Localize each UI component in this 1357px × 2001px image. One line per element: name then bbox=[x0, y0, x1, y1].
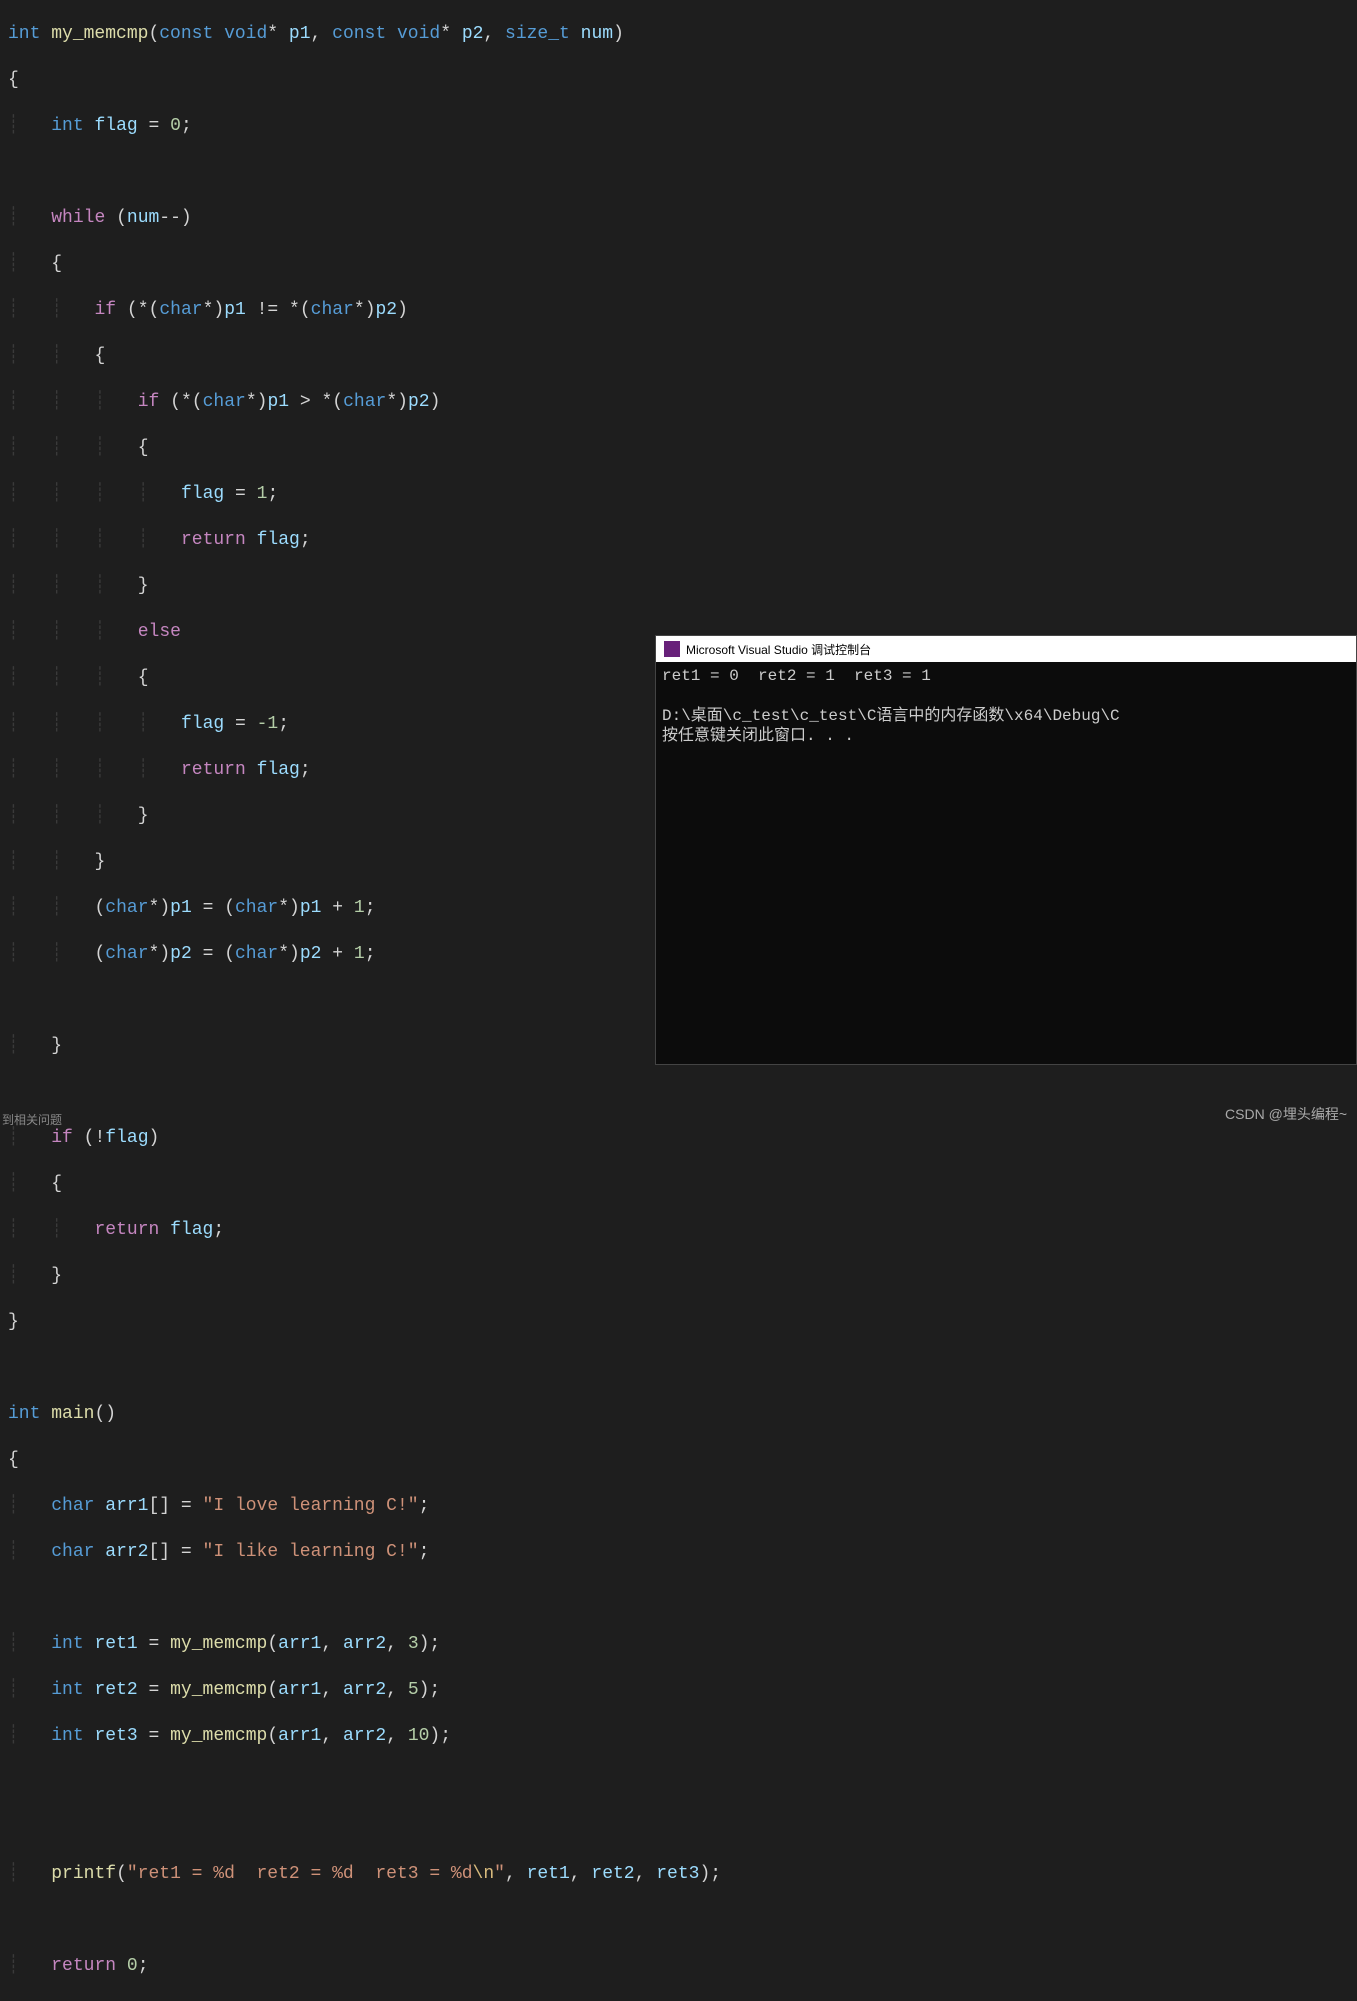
code-line: int main() bbox=[8, 1403, 1357, 1426]
vs-icon bbox=[664, 641, 680, 657]
console-output: ret1 = 0 ret2 = 1 ret3 = 1 D:\桌面\c_test\… bbox=[656, 662, 1356, 750]
code-line: { bbox=[8, 1449, 1357, 1472]
code-line: ┊ ┊ { bbox=[8, 345, 1357, 368]
code-line: ┊ ┊ ┊ ┊ flag = 1; bbox=[8, 483, 1357, 506]
console-title-bar[interactable]: Microsoft Visual Studio 调试控制台 bbox=[656, 636, 1356, 662]
code-line: ┊ int ret2 = my_memcmp(arr1, arr2, 5); bbox=[8, 1679, 1357, 1702]
console-title-text: Microsoft Visual Studio 调试控制台 bbox=[686, 641, 871, 658]
code-line: ┊ ┊ ┊ { bbox=[8, 437, 1357, 460]
code-line: { bbox=[8, 69, 1357, 92]
code-line bbox=[8, 1587, 1357, 1610]
code-line: ┊ return 0; bbox=[8, 1955, 1357, 1978]
code-line: int my_memcmp(const void* p1, const void… bbox=[8, 23, 1357, 46]
code-line: ┊ ┊ ┊ } bbox=[8, 575, 1357, 598]
code-line: ┊ if (!flag) bbox=[8, 1127, 1357, 1150]
code-line: ┊ { bbox=[8, 1173, 1357, 1196]
code-line: ┊ char arr2[] = "I like learning C!"; bbox=[8, 1541, 1357, 1564]
code-line: } bbox=[8, 1311, 1357, 1334]
code-line bbox=[8, 1081, 1357, 1104]
code-line: ┊ ┊ ┊ if (*(char*)p1 > *(char*)p2) bbox=[8, 391, 1357, 414]
code-line: ┊ int ret3 = my_memcmp(arr1, arr2, 10); bbox=[8, 1725, 1357, 1748]
code-line: ┊ ┊ ┊ ┊ return flag; bbox=[8, 529, 1357, 552]
code-line: ┊ int flag = 0; bbox=[8, 115, 1357, 138]
footer-hint: 到相关问题 bbox=[2, 1111, 62, 1128]
watermark: CSDN @埋头编程~ bbox=[1225, 1104, 1347, 1124]
code-line: ┊ char arr1[] = "I love learning C!"; bbox=[8, 1495, 1357, 1518]
code-line: ┊ printf("ret1 = %d ret2 = %d ret3 = %d\… bbox=[8, 1863, 1357, 1886]
code-line: ┊ while (num--) bbox=[8, 207, 1357, 230]
code-line bbox=[8, 1909, 1357, 1932]
code-line: ┊ } bbox=[8, 1265, 1357, 1288]
code-line bbox=[8, 1357, 1357, 1380]
code-line: ┊ ┊ if (*(char*)p1 != *(char*)p2) bbox=[8, 299, 1357, 322]
code-line: ┊ ┊ return flag; bbox=[8, 1219, 1357, 1242]
code-line bbox=[8, 1771, 1357, 1794]
code-line: ┊ int ret1 = my_memcmp(arr1, arr2, 3); bbox=[8, 1633, 1357, 1656]
code-line: ┊ { bbox=[8, 253, 1357, 276]
code-line bbox=[8, 1817, 1357, 1840]
code-line bbox=[8, 161, 1357, 184]
debug-console-window[interactable]: Microsoft Visual Studio 调试控制台 ret1 = 0 r… bbox=[655, 635, 1357, 1065]
